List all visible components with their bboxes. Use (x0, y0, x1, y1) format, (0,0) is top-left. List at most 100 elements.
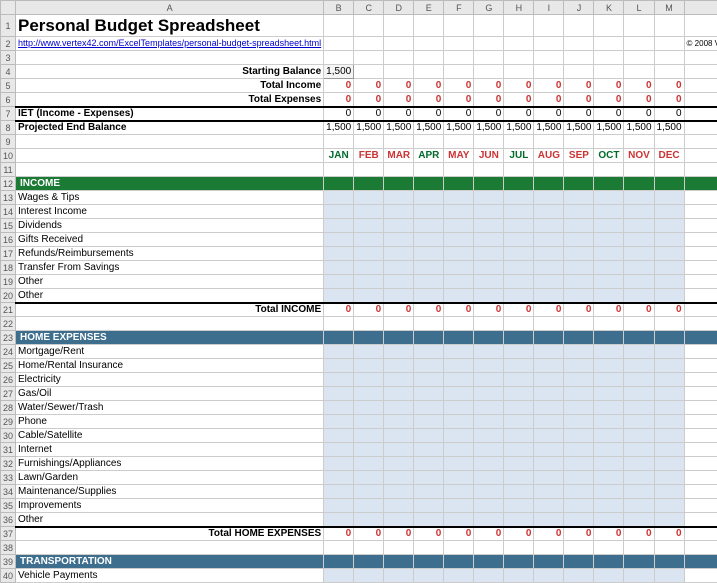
cell[interactable] (444, 457, 474, 471)
cell[interactable] (564, 373, 594, 387)
cell[interactable] (594, 569, 624, 583)
cell[interactable] (564, 429, 594, 443)
cell[interactable] (324, 345, 354, 359)
cell[interactable] (654, 513, 684, 527)
cell[interactable] (594, 513, 624, 527)
cell[interactable] (654, 205, 684, 219)
cell[interactable] (384, 191, 414, 205)
cell[interactable] (534, 457, 564, 471)
cell[interactable] (414, 387, 444, 401)
row-header-39[interactable]: 39 (1, 555, 16, 569)
col-header-K[interactable]: K (594, 1, 624, 15)
row-header-5[interactable]: 5 (1, 79, 16, 93)
cell[interactable] (474, 359, 504, 373)
cell[interactable] (474, 387, 504, 401)
cell[interactable] (534, 443, 564, 457)
cell[interactable] (354, 457, 384, 471)
row-label[interactable]: Vehicle Payments (16, 569, 324, 583)
cell[interactable] (444, 499, 474, 513)
cell[interactable] (384, 345, 414, 359)
cell[interactable] (354, 569, 384, 583)
cell[interactable] (414, 205, 444, 219)
col-header-M[interactable]: M (654, 1, 684, 15)
row-header-9[interactable]: 9 (1, 135, 16, 149)
cell[interactable] (534, 415, 564, 429)
row-header-35[interactable]: 35 (1, 499, 16, 513)
col-header-B[interactable]: B (324, 1, 354, 15)
cell[interactable] (474, 513, 504, 527)
cell[interactable] (444, 443, 474, 457)
cell[interactable] (324, 387, 354, 401)
row-header-21[interactable]: 21 (1, 303, 16, 317)
cell[interactable] (324, 219, 354, 233)
cell[interactable] (474, 219, 504, 233)
row-header-28[interactable]: 28 (1, 401, 16, 415)
cell[interactable] (624, 205, 654, 219)
cell[interactable] (444, 219, 474, 233)
row-header-16[interactable]: 16 (1, 233, 16, 247)
cell[interactable] (414, 499, 444, 513)
row-header-32[interactable]: 32 (1, 457, 16, 471)
cell[interactable] (474, 443, 504, 457)
row-label[interactable]: Phone (16, 415, 324, 429)
cell[interactable] (564, 275, 594, 289)
cell[interactable] (414, 289, 444, 303)
row-header-13[interactable]: 13 (1, 191, 16, 205)
cell[interactable] (504, 471, 534, 485)
cell[interactable] (504, 485, 534, 499)
cell[interactable] (354, 387, 384, 401)
cell[interactable] (354, 401, 384, 415)
cell[interactable] (654, 499, 684, 513)
cell[interactable] (654, 401, 684, 415)
cell[interactable] (624, 275, 654, 289)
cell[interactable] (414, 513, 444, 527)
row-header-19[interactable]: 19 (1, 275, 16, 289)
cell[interactable] (534, 289, 564, 303)
row-header-36[interactable]: 36 (1, 513, 16, 527)
row-label[interactable]: Gifts Received (16, 233, 324, 247)
cell[interactable] (504, 261, 534, 275)
cell[interactable] (324, 513, 354, 527)
col-header-A[interactable]: A (16, 1, 324, 15)
cell[interactable] (504, 429, 534, 443)
cell[interactable] (564, 415, 594, 429)
cell[interactable] (594, 429, 624, 443)
cell[interactable] (624, 359, 654, 373)
cell[interactable] (414, 471, 444, 485)
row-header-40[interactable]: 40 (1, 569, 16, 583)
cell[interactable] (534, 359, 564, 373)
cell[interactable] (504, 443, 534, 457)
cell[interactable] (444, 401, 474, 415)
cell[interactable] (444, 429, 474, 443)
cell[interactable] (444, 247, 474, 261)
cell[interactable] (384, 359, 414, 373)
cell[interactable] (384, 429, 414, 443)
cell[interactable] (474, 373, 504, 387)
cell[interactable] (384, 387, 414, 401)
cell[interactable] (594, 457, 624, 471)
cell[interactable] (414, 359, 444, 373)
cell[interactable] (624, 219, 654, 233)
cell[interactable] (354, 499, 384, 513)
row-header-6[interactable]: 6 (1, 93, 16, 107)
cell[interactable] (564, 289, 594, 303)
cell[interactable] (534, 191, 564, 205)
cell[interactable] (654, 261, 684, 275)
cell[interactable] (534, 219, 564, 233)
cell[interactable] (504, 401, 534, 415)
cell[interactable] (324, 499, 354, 513)
cell[interactable] (354, 233, 384, 247)
cell[interactable] (324, 415, 354, 429)
cell[interactable] (654, 457, 684, 471)
cell[interactable] (624, 191, 654, 205)
cell[interactable] (564, 191, 594, 205)
row-header-31[interactable]: 31 (1, 443, 16, 457)
row-label[interactable]: Improvements (16, 499, 324, 513)
cell[interactable] (654, 289, 684, 303)
cell[interactable] (414, 191, 444, 205)
row-label[interactable]: Wages & Tips (16, 191, 324, 205)
cell[interactable] (354, 485, 384, 499)
cell[interactable] (384, 205, 414, 219)
cell[interactable] (474, 205, 504, 219)
cell[interactable] (444, 191, 474, 205)
